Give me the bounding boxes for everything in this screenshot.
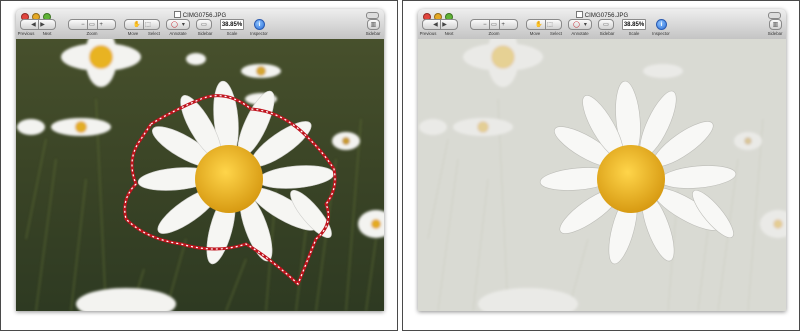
- inspector-button[interactable]: [254, 19, 265, 30]
- scale-field[interactable]: 38.85%: [220, 19, 244, 30]
- label-inspector: Inspector: [250, 31, 268, 36]
- daisy-photo-faded: [418, 39, 786, 311]
- zoom-out-icon[interactable]: −: [79, 22, 87, 28]
- zoom-in-icon[interactable]: +: [97, 22, 105, 28]
- toolbar: CIMG0756.JPG ◀▶ −▭+ ✋⬚ ◯▾ ▭ 38.85% ▥ Pre…: [16, 9, 384, 40]
- document-icon: [575, 11, 583, 18]
- zoom-fit-icon[interactable]: ▭: [87, 21, 97, 28]
- hand-icon[interactable]: ✋: [131, 21, 142, 28]
- annotate-oval-icon: ◯: [171, 22, 178, 28]
- label-previous: Previous: [419, 31, 437, 36]
- preview-window: CIMG0756.JPG ◀▶ −▭+ ✋⬚ ◯▾ ▭ 38.85% ▥ Pre…: [418, 9, 786, 311]
- zoom-fit-icon[interactable]: ▭: [489, 21, 499, 28]
- photo-canvas[interactable]: [16, 39, 384, 311]
- sidebar-button[interactable]: ▥: [769, 19, 782, 30]
- label-move: Move: [529, 31, 541, 36]
- annotate-button[interactable]: ◯ ▾: [166, 19, 190, 30]
- label-select: Select: [148, 31, 160, 36]
- sidebar-toggle-button[interactable]: ▭: [196, 19, 212, 30]
- preview-window: CIMG0756.JPG ◀▶ −▭+ ✋⬚ ◯▾ ▭ 38.85% ▥ Pre…: [16, 9, 384, 311]
- sidebar-toggle-icon: ▭: [201, 22, 207, 28]
- sidebar-button[interactable]: ▥: [367, 19, 380, 30]
- hand-icon[interactable]: ✋: [533, 21, 544, 28]
- left-panel: CIMG0756.JPG ◀▶ −▭+ ✋⬚ ◯▾ ▭ 38.85% ▥ Pre…: [0, 0, 398, 331]
- move-select-control[interactable]: ✋ ⬚: [124, 19, 160, 30]
- sidebar-toggle-button[interactable]: ▭: [598, 19, 614, 30]
- daisy-photo: [16, 39, 384, 311]
- label-select: Select: [550, 31, 562, 36]
- prev-next-control[interactable]: ◀ ▶: [20, 19, 56, 30]
- inspector-button[interactable]: [656, 19, 667, 30]
- zoom-control[interactable]: − ▭ +: [68, 19, 116, 30]
- annotate-oval-icon: ◯: [573, 22, 580, 28]
- toolbar: CIMG0756.JPG ◀▶ −▭+ ✋⬚ ◯▾ ▭ 38.85% ▥ Pre…: [418, 9, 786, 40]
- scale-field[interactable]: 38.85%: [622, 19, 646, 30]
- label-next: Next: [444, 31, 454, 36]
- label-inspector: Inspector: [652, 31, 670, 36]
- chevron-down-icon: ▾: [181, 22, 185, 28]
- arrow-left-icon[interactable]: ◀: [431, 21, 440, 28]
- label-scale: Scale: [628, 31, 640, 36]
- label-next: Next: [42, 31, 52, 36]
- label-zoom: Zoom: [488, 31, 500, 36]
- zoom-out-icon[interactable]: −: [481, 22, 489, 28]
- window-title: CIMG0756.JPG: [418, 11, 786, 19]
- label-annotate: Annotate: [571, 31, 589, 36]
- window-title: CIMG0756.JPG: [16, 11, 384, 19]
- label-sidebar-toggle: Sidebar: [599, 31, 615, 36]
- sidebar-icon: ▥: [370, 22, 377, 28]
- scale-value[interactable]: 38.85%: [622, 22, 646, 28]
- arrow-left-icon[interactable]: ◀: [29, 21, 38, 28]
- sidebar-toggle-icon: ▭: [603, 22, 609, 28]
- arrow-right-icon[interactable]: ▶: [440, 21, 449, 28]
- label-scale: Scale: [226, 31, 238, 36]
- label-move: Move: [127, 31, 139, 36]
- zoom-in-icon[interactable]: +: [499, 22, 507, 28]
- document-icon: [173, 11, 181, 18]
- move-select-control[interactable]: ✋ ⬚: [526, 19, 562, 30]
- label-previous: Previous: [17, 31, 35, 36]
- label-annotate: Annotate: [169, 31, 187, 36]
- zoom-control[interactable]: − ▭ +: [470, 19, 518, 30]
- prev-next-control[interactable]: ◀ ▶: [422, 19, 458, 30]
- right-panel: CIMG0756.JPG ◀▶ −▭+ ✋⬚ ◯▾ ▭ 38.85% ▥ Pre…: [402, 0, 800, 331]
- toolbar-toggle-button[interactable]: [768, 12, 781, 19]
- scale-value[interactable]: 38.85%: [220, 22, 244, 28]
- label-zoom: Zoom: [86, 31, 98, 36]
- annotate-button[interactable]: ◯ ▾: [568, 19, 592, 30]
- label-sidebar: Sidebar: [365, 31, 381, 36]
- sidebar-icon: ▥: [772, 22, 779, 28]
- photo-canvas[interactable]: [418, 39, 786, 311]
- label-sidebar: Sidebar: [767, 31, 783, 36]
- label-sidebar-toggle: Sidebar: [197, 31, 213, 36]
- arrow-right-icon[interactable]: ▶: [38, 21, 47, 28]
- toolbar-toggle-button[interactable]: [366, 12, 379, 19]
- select-icon[interactable]: ⬚: [143, 21, 153, 28]
- select-icon[interactable]: ⬚: [545, 21, 555, 28]
- chevron-down-icon: ▾: [583, 22, 587, 28]
